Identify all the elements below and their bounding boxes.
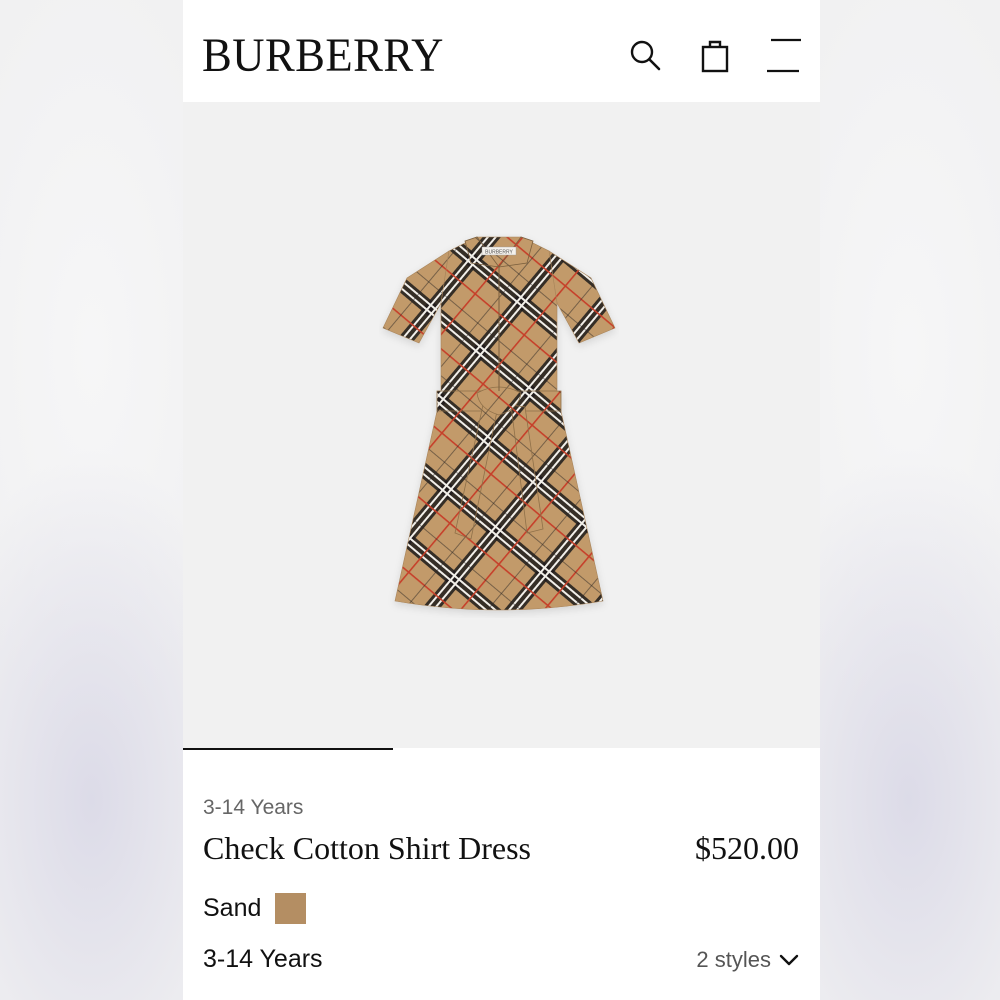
search-icon[interactable] bbox=[626, 36, 666, 76]
product-age-range: 3-14 Years bbox=[203, 796, 304, 819]
menu-icon[interactable] bbox=[763, 36, 803, 76]
product-info: 3-14 Years Check Cotton Shirt Dress $520… bbox=[183, 752, 820, 1000]
gallery-progress-indicator bbox=[183, 748, 393, 750]
color-name: Sand bbox=[203, 894, 262, 922]
size-range-label: 3-14 Years bbox=[203, 945, 323, 973]
product-price: $520.00 bbox=[695, 830, 799, 866]
dress-image: BURBERRY bbox=[382, 236, 616, 611]
site-header: BURBERRY bbox=[183, 0, 820, 102]
bag-icon[interactable] bbox=[695, 36, 735, 76]
product-gallery[interactable]: BURBERRY bbox=[183, 102, 820, 750]
product-title: Check Cotton Shirt Dress bbox=[203, 830, 531, 866]
right-backdrop bbox=[817, 0, 1000, 1000]
brand-logo[interactable]: BURBERRY bbox=[202, 28, 444, 84]
color-swatch[interactable] bbox=[275, 893, 306, 924]
dress-neck-label: BURBERRY bbox=[485, 250, 513, 256]
left-backdrop bbox=[0, 0, 183, 1000]
product-page: BURBERRY BURBERRY 3-14 Years Check Cotto… bbox=[183, 0, 820, 1000]
chevron-down-icon bbox=[779, 954, 799, 966]
styles-label: 2 styles bbox=[696, 947, 771, 972]
styles-dropdown[interactable]: 2 styles bbox=[696, 947, 799, 973]
